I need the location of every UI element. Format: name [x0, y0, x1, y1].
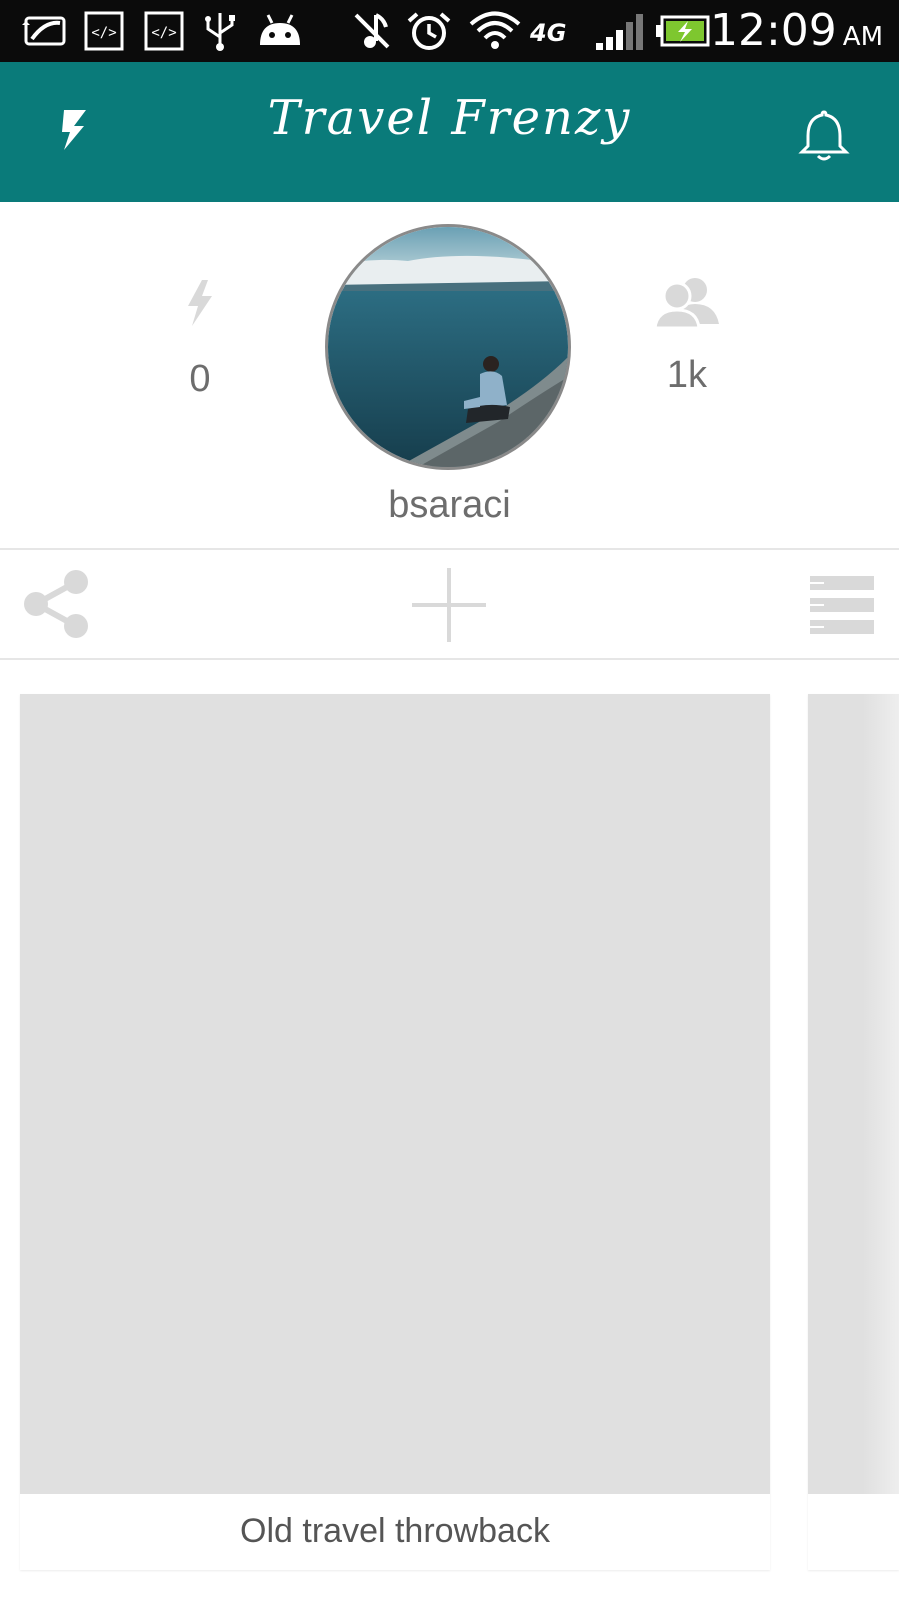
avatar-photo [328, 227, 568, 467]
network-4g-icon: 4G [529, 19, 566, 47]
sync-icon [22, 16, 66, 46]
posts-count: 0 [189, 358, 211, 400]
divider-bottom [0, 658, 899, 660]
profile-toolbar [0, 550, 899, 658]
posts-stat[interactable]: 0 [150, 278, 250, 401]
album-caption: Old travel throwback [240, 1512, 550, 1550]
lightning-icon [188, 280, 212, 326]
list-view-icon[interactable] [810, 576, 874, 634]
album-cover-placeholder [808, 694, 899, 1494]
battery-charging-icon [656, 15, 710, 47]
svg-text:</>: </> [91, 25, 116, 41]
album-card[interactable]: Old travel throwback [20, 694, 770, 1570]
svg-text:</>: </> [151, 25, 176, 41]
profile-section: 0 1k bsaraci [0, 202, 899, 548]
album-cover-placeholder [20, 694, 770, 1494]
code-icon: </> [144, 11, 184, 51]
username: bsaraci [388, 484, 511, 526]
svg-text:4G: 4G [529, 19, 566, 47]
wifi-icon [469, 11, 521, 49]
people-icon [653, 278, 719, 330]
app-title: Travel Frenzy [267, 90, 632, 146]
album-card[interactable] [808, 694, 899, 1570]
alarm-icon [407, 12, 451, 50]
signal-icon [596, 14, 643, 50]
app-bar: Travel Frenzy [0, 62, 899, 202]
add-icon[interactable] [412, 568, 486, 642]
followers-count: 1k [666, 354, 708, 396]
music-muted-icon [354, 13, 390, 49]
followers-stat[interactable]: 1k [632, 274, 742, 397]
time-text: 12:09 [709, 5, 837, 56]
share-icon[interactable] [22, 568, 92, 640]
code-icon: </> [84, 11, 124, 51]
avatar[interactable] [325, 224, 571, 470]
status-bar: </> </> 4G 12:09 AM [0, 0, 899, 62]
ampm-text: AM [842, 22, 883, 52]
status-time: 12:09 AM [710, 6, 883, 56]
usb-icon [205, 13, 235, 51]
android-debug-icon [260, 14, 300, 45]
bell-icon[interactable] [798, 108, 850, 162]
